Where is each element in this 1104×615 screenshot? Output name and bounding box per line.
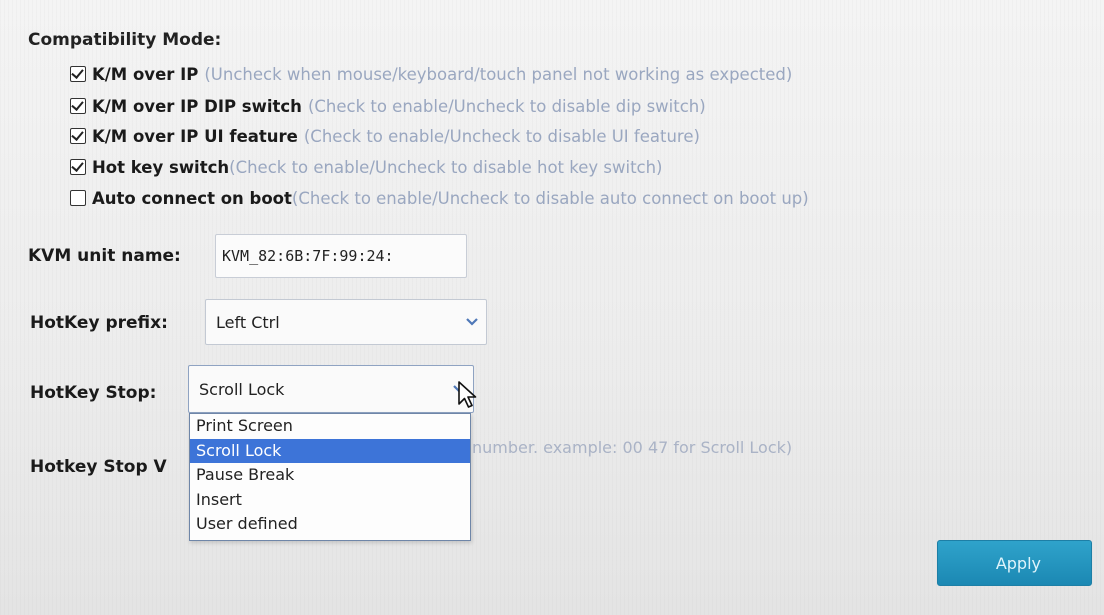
km-over-ip-dip-switch-label: K/M over IP DIP switch	[92, 96, 302, 116]
hotkey-prefix-label: HotKey prefix:	[30, 313, 168, 333]
dropdown-option-pause-break[interactable]: Pause Break	[190, 463, 470, 488]
km-over-ip-dip-switch-checkbox[interactable]	[70, 98, 86, 114]
hotkey-stop-label: HotKey Stop:	[30, 383, 157, 403]
hotkey-stop-value-hint: number. example: 00 47 for Scroll Lock)	[472, 438, 793, 457]
hotkey-stop-select[interactable]: Scroll Lock	[188, 365, 474, 413]
hotkey-prefix-value: Left Ctrl	[216, 312, 280, 332]
settings-page: Compatibility Mode: K/M over IP (Uncheck…	[0, 0, 1104, 615]
chevron-down-icon	[462, 310, 482, 334]
mouse-pointer-icon	[458, 381, 477, 408]
km-over-ip-checkbox[interactable]	[70, 66, 86, 82]
apply-button[interactable]: Apply	[937, 540, 1092, 586]
hot-key-switch-label: Hot key switch	[92, 157, 230, 177]
auto-connect-on-boot-label: Auto connect on boot	[92, 188, 292, 208]
option-km-over-ip[interactable]: K/M over IP (Uncheck when mouse/keyboard…	[70, 62, 792, 86]
km-over-ip-label: K/M over IP	[92, 64, 199, 84]
hot-key-switch-hint: (Check to enable/Uncheck to disable hot …	[229, 157, 663, 177]
dropdown-option-scroll-lock[interactable]: Scroll Lock	[190, 438, 470, 464]
dropdown-option-user-defined[interactable]: User defined	[190, 512, 470, 537]
hot-key-switch-checkbox[interactable]	[70, 159, 86, 175]
hotkey-stop-dropdown-list[interactable]: Print Screen Scroll Lock Pause Break Ins…	[189, 413, 471, 541]
dropdown-option-print-screen[interactable]: Print Screen	[190, 414, 470, 439]
compatibility-mode-heading: Compatibility Mode:	[28, 30, 222, 50]
auto-connect-on-boot-hint: (Check to enable/Uncheck to disable auto…	[291, 188, 809, 208]
km-over-ip-ui-feature-hint: (Check to enable/Uncheck to disable UI f…	[303, 126, 700, 146]
km-over-ip-dip-switch-hint: (Check to enable/Uncheck to disable dip …	[307, 96, 706, 116]
hotkey-stop-value-label: Hotkey Stop V	[30, 457, 167, 477]
hotkey-stop-value: Scroll Lock	[199, 379, 285, 399]
km-over-ip-ui-feature-checkbox[interactable]	[70, 128, 86, 144]
km-over-ip-ui-feature-label: K/M over IP UI feature	[92, 126, 298, 146]
km-over-ip-hint: (Uncheck when mouse/keyboard/touch panel…	[204, 64, 793, 84]
auto-connect-on-boot-checkbox[interactable]	[70, 190, 86, 206]
hotkey-prefix-select[interactable]: Left Ctrl	[205, 299, 487, 345]
dropdown-option-insert[interactable]: Insert	[190, 488, 470, 513]
option-auto-connect-on-boot[interactable]: Auto connect on boot (Check to enable/Un…	[70, 186, 809, 210]
option-km-over-ip-ui-feature[interactable]: K/M over IP UI feature (Check to enable/…	[70, 124, 700, 148]
option-hot-key-switch[interactable]: Hot key switch (Check to enable/Uncheck …	[70, 155, 663, 179]
option-km-over-ip-dip-switch[interactable]: K/M over IP DIP switch (Check to enable/…	[70, 94, 706, 118]
kvm-unit-name-label: KVM unit name:	[28, 246, 181, 266]
kvm-unit-name-input[interactable]	[215, 234, 467, 278]
